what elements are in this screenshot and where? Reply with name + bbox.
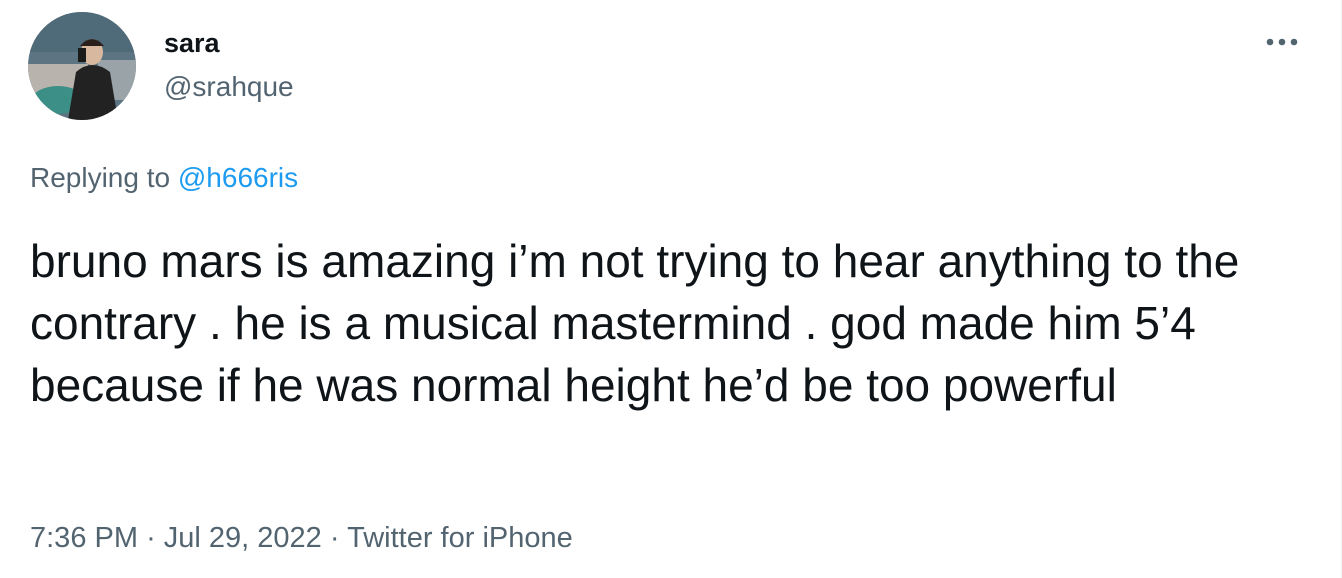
display-name[interactable]: sara xyxy=(164,26,220,60)
more-horizontal-icon xyxy=(1266,38,1298,46)
more-options-button[interactable] xyxy=(1254,22,1310,62)
tweet-time[interactable]: 7:36 PM xyxy=(30,522,138,554)
tweet-date[interactable]: Jul 29, 2022 xyxy=(164,522,322,554)
user-handle[interactable]: @srahque xyxy=(164,70,294,104)
avatar[interactable] xyxy=(28,12,136,120)
profile-photo-icon xyxy=(28,12,136,120)
reply-mention-link[interactable]: @h666ris xyxy=(178,162,298,193)
tweet-source[interactable]: Twitter for iPhone xyxy=(347,522,573,554)
meta-separator: · xyxy=(329,522,340,554)
tweet-metadata: 7:36 PM · Jul 29, 2022 · Twitter for iPh… xyxy=(30,520,573,556)
meta-separator: · xyxy=(146,522,156,554)
replying-to: Replying to @h666ris xyxy=(30,160,298,196)
tweet-card: sara @srahque Replying to @h666ris bruno… xyxy=(0,0,1342,578)
tweet-text: bruno mars is amazing i’m not trying to … xyxy=(30,235,1253,411)
replying-to-label: Replying to xyxy=(30,162,171,193)
